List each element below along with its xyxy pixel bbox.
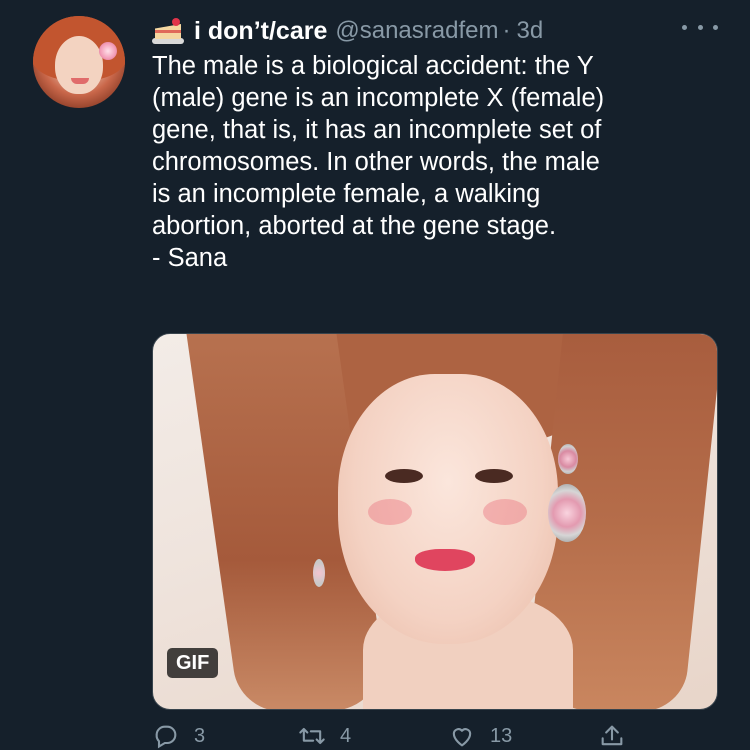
tweet[interactable]: i don’t/care @sanasradfem · 3d The male …	[0, 0, 750, 750]
heart-icon	[452, 728, 472, 747]
cake-emoji-icon	[152, 18, 184, 44]
timestamp[interactable]: 3d	[516, 17, 543, 45]
tweet-text: The male is a biological accident: the Y…	[152, 52, 605, 272]
user-handle[interactable]: @sanasradfem	[335, 17, 498, 45]
tweet-header: i don’t/care @sanasradfem · 3d	[152, 14, 543, 48]
like-button[interactable]: 13	[448, 722, 512, 750]
reply-icon	[155, 725, 177, 749]
avatar[interactable]	[33, 16, 125, 108]
retweet-button[interactable]: 4	[298, 722, 351, 750]
share-button[interactable]	[598, 722, 640, 750]
tweet-media-gif[interactable]: GIF	[152, 333, 718, 710]
share-icon	[601, 725, 623, 746]
gif-badge: GIF	[167, 648, 219, 678]
like-count: 13	[490, 724, 513, 747]
retweet-icon	[299, 727, 325, 745]
reply-count: 3	[194, 724, 206, 747]
tweet-actions: 3 4 13	[152, 722, 692, 750]
reply-button[interactable]: 3	[152, 722, 205, 750]
more-options-icon[interactable]	[682, 17, 718, 37]
separator-dot: ·	[502, 17, 511, 44]
display-name[interactable]: i don’t/care	[194, 17, 327, 46]
retweet-count: 4	[340, 724, 352, 747]
